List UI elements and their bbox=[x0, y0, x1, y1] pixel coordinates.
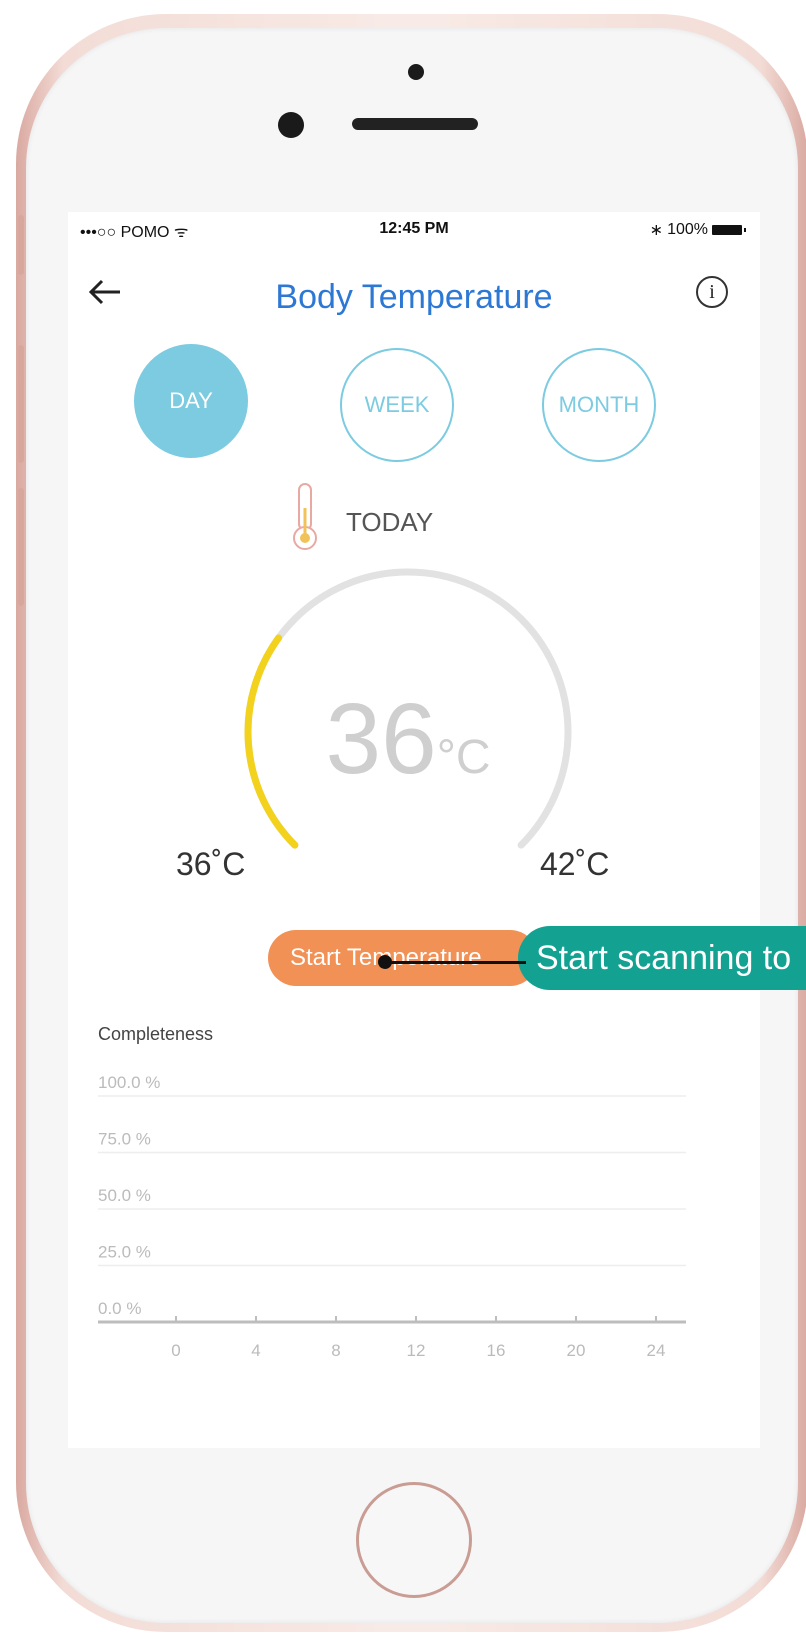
tab-week-label: WEEK bbox=[364, 392, 430, 417]
x-tick-label: 12 bbox=[407, 1341, 426, 1360]
app-screen: •••○○ POMO ᯤ 12:45 PM ∗ 100% Body Temper… bbox=[68, 212, 806, 1448]
battery-icon bbox=[712, 225, 746, 235]
earpiece-speaker bbox=[352, 118, 478, 130]
home-button[interactable] bbox=[356, 1482, 472, 1598]
status-bar: •••○○ POMO ᯤ 12:45 PM ∗ 100% bbox=[68, 212, 760, 244]
completeness-chart: Completeness 100.0 % 75.0 % 50.0 % 25.0 % 0.0… bbox=[98, 1024, 686, 1360]
pointer-line bbox=[386, 961, 526, 964]
tab-week[interactable]: WEEK bbox=[340, 348, 454, 462]
tab-day[interactable]: DAY bbox=[134, 344, 248, 458]
y-tick-label: 0.0 % bbox=[98, 1299, 141, 1318]
y-tick-label: 25.0 % bbox=[98, 1243, 151, 1262]
tab-month-label: MONTH bbox=[558, 392, 640, 417]
temperature-unit: °C bbox=[436, 731, 491, 784]
y-tick-label: 100.0 % bbox=[98, 1073, 160, 1092]
start-temperature-button[interactable]: Start Temperature bbox=[268, 930, 538, 986]
page-title: Body Temperature bbox=[275, 278, 553, 316]
current-temperature: 36°C bbox=[218, 682, 598, 797]
volume-down-button bbox=[18, 488, 24, 606]
pointer-dot bbox=[378, 955, 392, 969]
info-icon[interactable]: i bbox=[696, 276, 728, 308]
y-tick-label: 75.0 % bbox=[98, 1130, 151, 1149]
y-tick-label: 50.0 % bbox=[98, 1186, 151, 1205]
bluetooth-icon: ∗ bbox=[649, 222, 664, 239]
x-tick-label: 4 bbox=[251, 1341, 260, 1360]
front-camera bbox=[278, 112, 304, 138]
proximity-sensor bbox=[408, 64, 424, 80]
x-tick-label: 16 bbox=[487, 1341, 506, 1360]
mute-switch bbox=[18, 215, 24, 275]
tab-day-label: DAY bbox=[169, 388, 213, 413]
gauge-max-label: 42˚C bbox=[540, 846, 610, 882]
thermometer-icon bbox=[293, 483, 317, 550]
battery-status: ∗ 100% bbox=[649, 220, 746, 240]
gauge-min-label: 36˚C bbox=[176, 846, 246, 882]
hint-tooltip: Start scanning to bbox=[518, 926, 806, 990]
x-tick-label: 24 bbox=[647, 1341, 666, 1360]
x-tick-label: 20 bbox=[567, 1341, 586, 1360]
tooltip-text: Start scanning to bbox=[536, 939, 792, 977]
tab-month[interactable]: MONTH bbox=[542, 348, 656, 462]
temperature-value: 36 bbox=[325, 683, 437, 795]
today-label: TODAY bbox=[346, 507, 434, 537]
chart-title: Completeness bbox=[98, 1024, 213, 1044]
volume-up-button bbox=[18, 345, 24, 463]
navigation-bar: Body Temperature i bbox=[68, 254, 760, 334]
x-tick-label: 0 bbox=[171, 1341, 180, 1360]
battery-percent: 100% bbox=[667, 221, 708, 238]
x-tick-label: 8 bbox=[331, 1341, 340, 1360]
